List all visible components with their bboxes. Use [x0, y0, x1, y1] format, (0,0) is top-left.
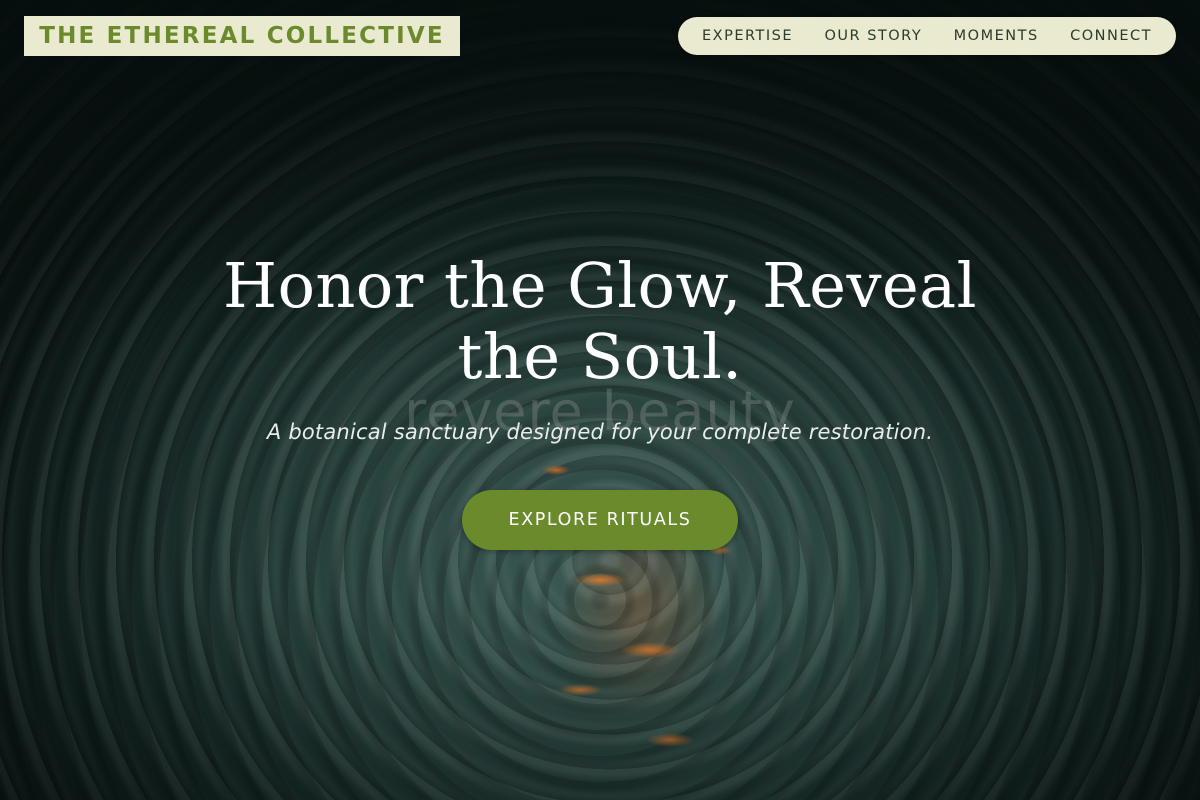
nav-item-moments[interactable]: MOMENTS	[954, 28, 1039, 44]
nav-item-expertise[interactable]: EXPERTISE	[702, 28, 793, 44]
nav-item-connect[interactable]: CONNECT	[1070, 28, 1152, 44]
main-nav: EXPERTISE OUR STORY MOMENTS CONNECT	[678, 17, 1176, 55]
nav-item-our-story[interactable]: OUR STORY	[824, 28, 922, 44]
hero-headline-line-1: Honor the Glow, Reveal	[223, 249, 977, 322]
hero-vignette	[0, 0, 1200, 800]
explore-rituals-button[interactable]: EXPLORE RITUALS	[462, 490, 738, 550]
hero-headline-line-2: the Soul.	[457, 320, 743, 393]
hero-section: Honor the Glow, Reveal the Soul.	[0, 250, 1200, 392]
hero-headline: Honor the Glow, Reveal the Soul.	[190, 250, 1010, 392]
hero-tagline: A botanical sanctuary designed for your …	[266, 420, 934, 444]
brand-logo[interactable]: THE ETHEREAL COLLECTIVE	[24, 16, 460, 56]
